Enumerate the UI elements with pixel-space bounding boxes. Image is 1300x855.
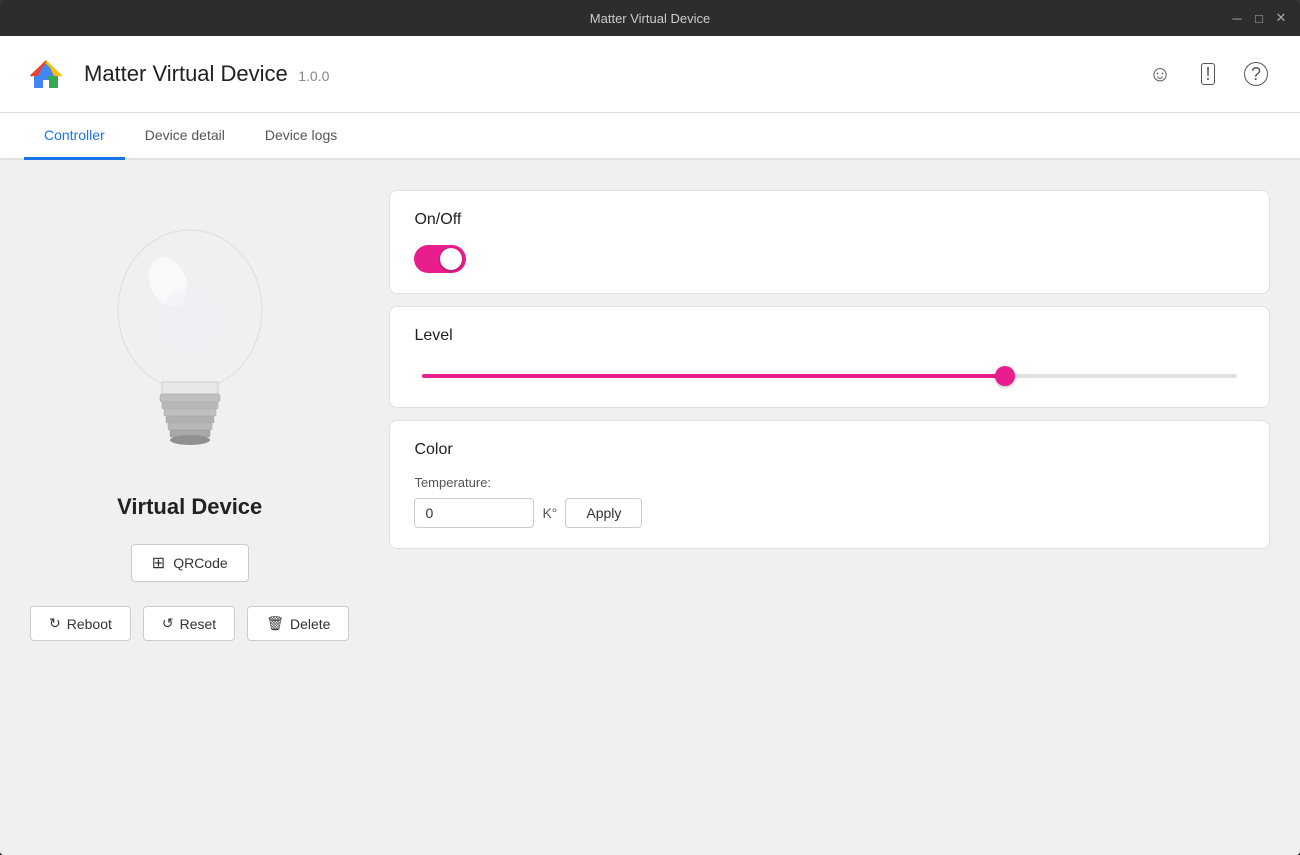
temperature-unit: K° [542,505,557,521]
apply-button[interactable]: Apply [565,498,642,528]
temperature-row: K° Apply [414,498,1245,528]
on-off-card: On/Off [389,190,1270,294]
feedback-button[interactable]: ! [1188,54,1228,94]
temperature-label: Temperature: [414,475,1245,490]
smiley-button[interactable]: ☺ [1140,54,1180,94]
titlebar-controls: ─ □ ✕ [1230,11,1288,25]
reset-icon: ↺ [162,615,174,632]
toggle-container [414,245,1245,273]
tab-device-logs[interactable]: Device logs [245,113,357,160]
titlebar-title: Matter Virtual Device [590,11,710,26]
delete-label: Delete [290,616,330,632]
delete-icon: 🗑 [266,615,284,632]
header: Matter Virtual Device 1.0.0 ☺ ! ? [0,36,1300,113]
level-title: Level [414,327,1245,345]
temperature-input[interactable] [414,498,534,528]
smiley-icon: ☺ [1149,61,1171,87]
on-off-toggle[interactable] [414,245,466,273]
reset-label: Reset [180,616,217,632]
app-version: 1.0.0 [298,68,329,84]
right-panel: On/Off Level Color Tempe [389,190,1270,825]
slider-container [414,361,1245,387]
on-off-title: On/Off [414,211,1245,229]
qrcode-icon: ⊞ [152,553,165,573]
qrcode-button[interactable]: ⊞ QRCode [131,544,249,582]
reset-button[interactable]: ↺ Reset [143,606,235,641]
color-title: Color [414,441,1245,459]
close-button[interactable]: ✕ [1274,11,1288,25]
header-left: Matter Virtual Device 1.0.0 [24,52,329,96]
help-icon: ? [1244,62,1268,86]
feedback-icon: ! [1201,63,1214,85]
maximize-button[interactable]: □ [1252,11,1266,25]
reboot-button[interactable]: ↻ Reboot [30,606,131,641]
app-logo [24,52,68,96]
help-button[interactable]: ? [1236,54,1276,94]
tab-controller[interactable]: Controller [24,113,125,160]
tab-device-detail[interactable]: Device detail [125,113,245,160]
header-icons: ☺ ! ? [1140,54,1276,94]
app-window: Matter Virtual Device ─ □ ✕ [0,0,1300,855]
qrcode-label: QRCode [173,555,227,571]
reboot-label: Reboot [67,616,112,632]
titlebar: Matter Virtual Device ─ □ ✕ [0,0,1300,36]
left-panel: Virtual Device ⊞ QRCode ↻ Reboot ↺ Reset… [30,190,349,825]
level-card: Level [389,306,1270,408]
level-slider[interactable] [422,374,1237,378]
bulb-svg [90,210,290,470]
bulb-image [90,210,290,470]
app-title: Matter Virtual Device 1.0.0 [84,61,329,87]
minimize-button[interactable]: ─ [1230,11,1244,25]
color-card: Color Temperature: K° Apply [389,420,1270,549]
action-buttons: ↻ Reboot ↺ Reset 🗑 Delete [30,606,349,641]
reboot-icon: ↻ [49,615,61,632]
device-name: Virtual Device [117,494,262,520]
tabs-bar: Controller Device detail Device logs [0,113,1300,160]
app-title-text: Matter Virtual Device [84,61,288,86]
main-content: Virtual Device ⊞ QRCode ↻ Reboot ↺ Reset… [0,160,1300,855]
delete-button[interactable]: 🗑 Delete [247,606,349,641]
